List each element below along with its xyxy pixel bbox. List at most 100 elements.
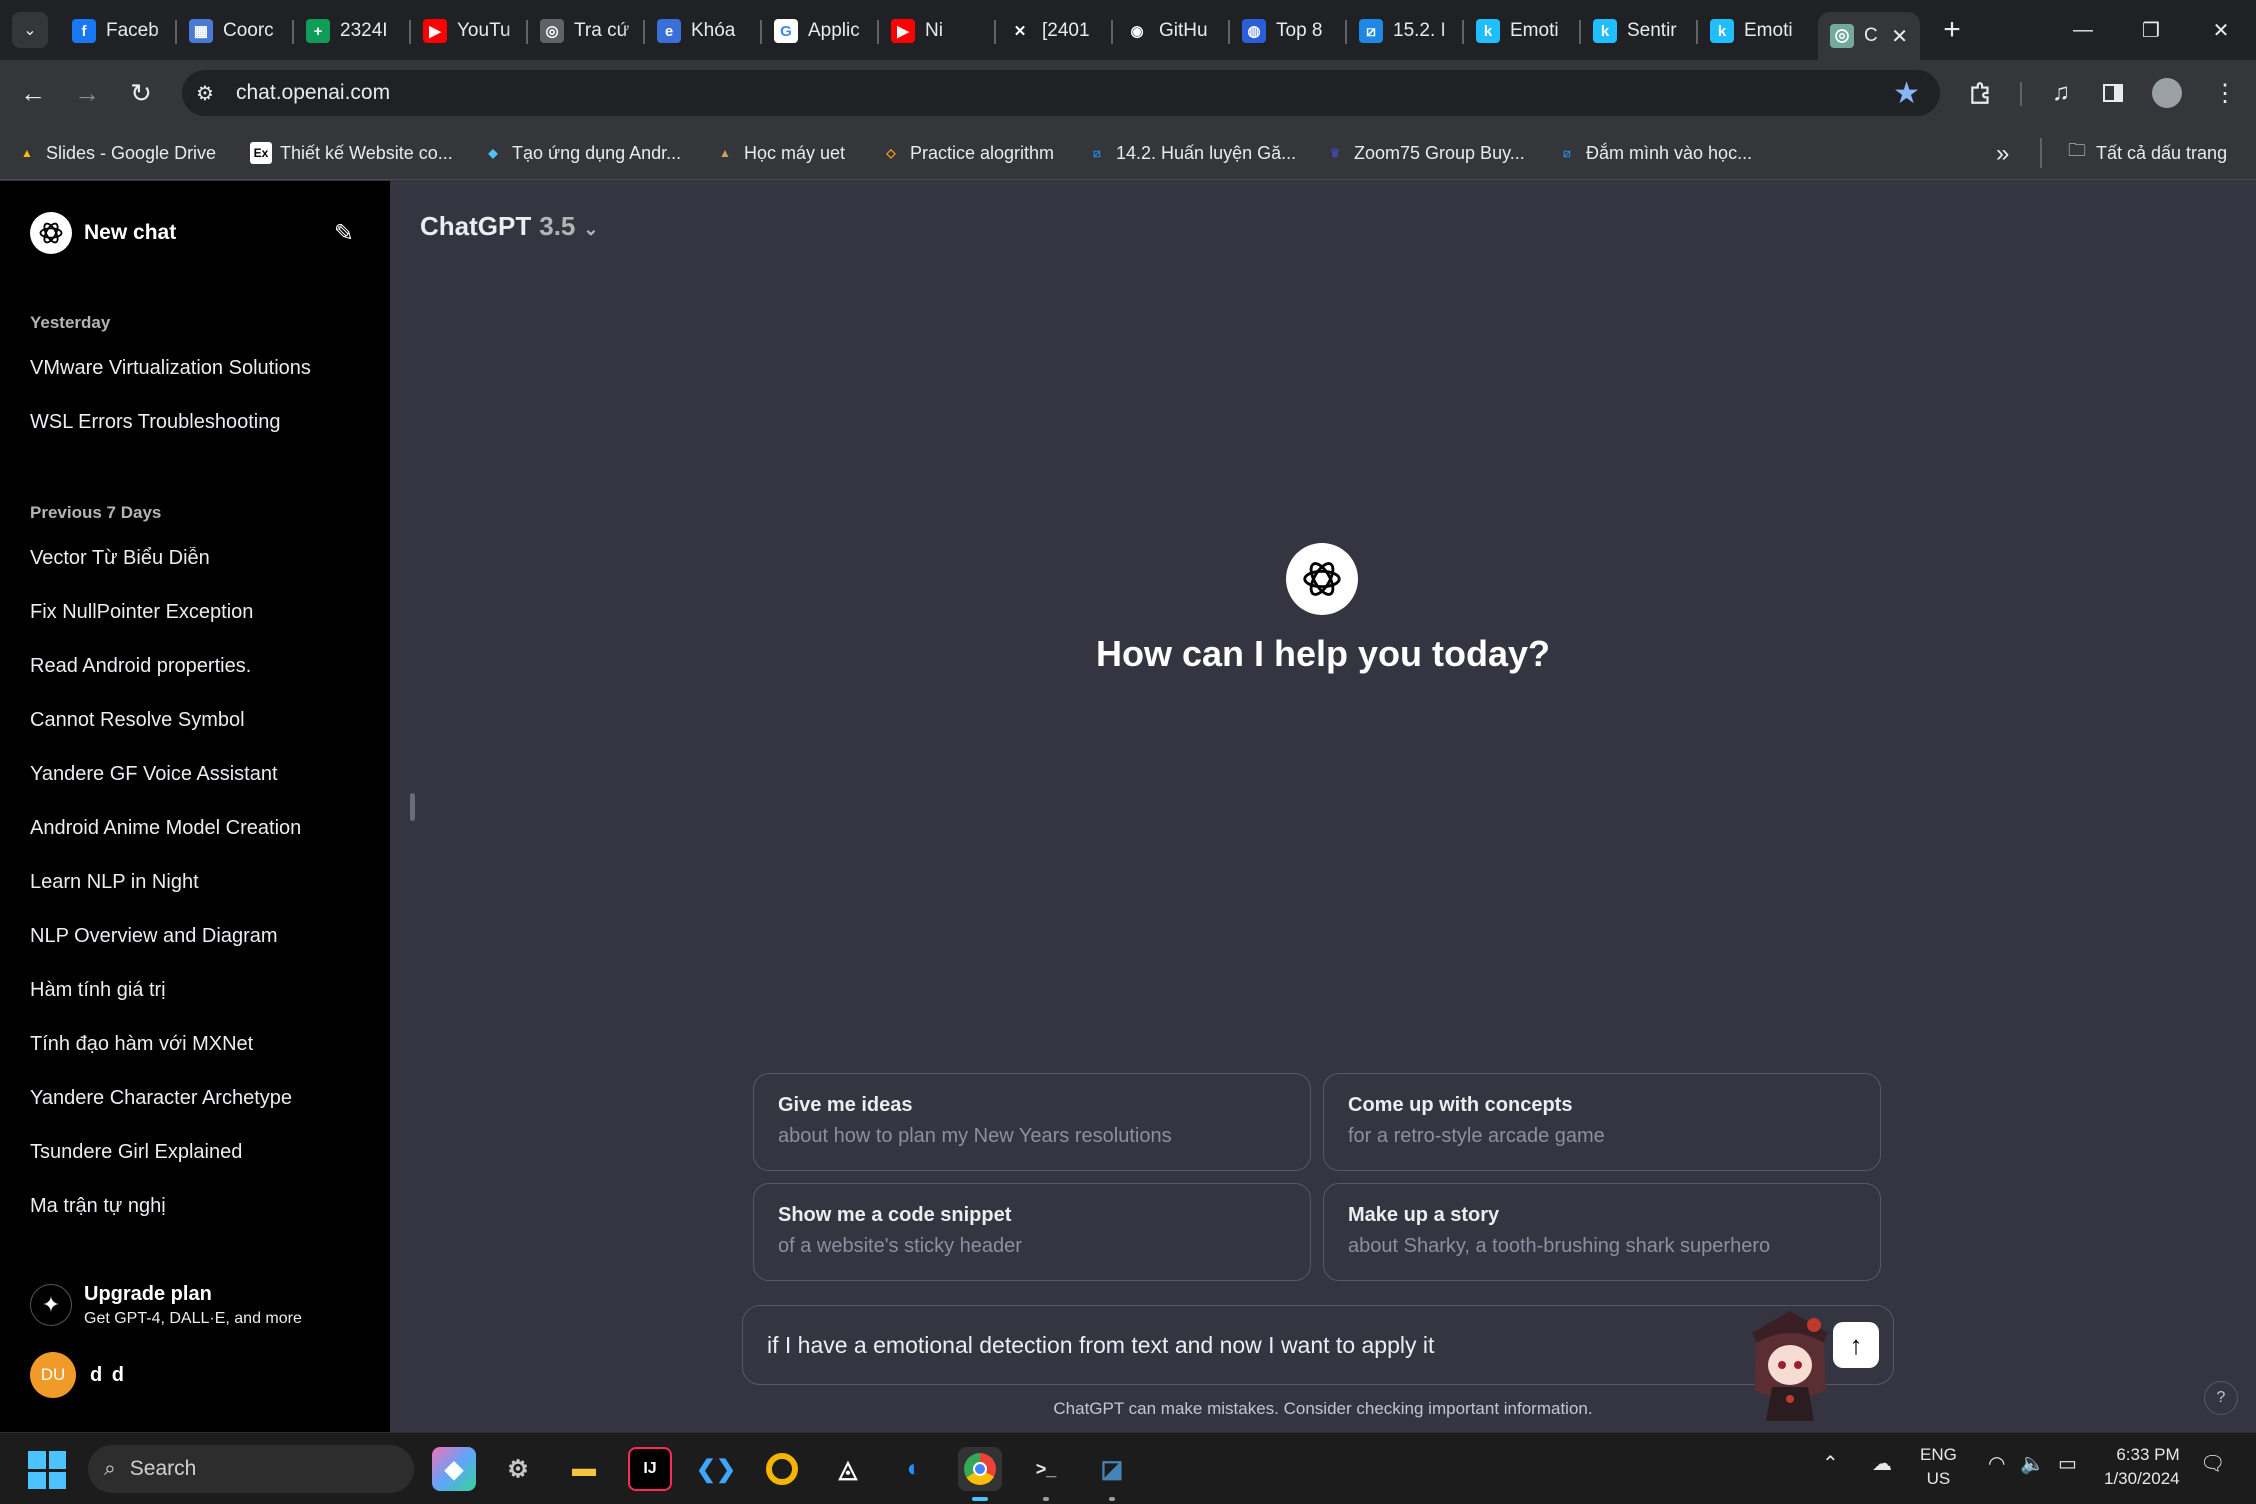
taskbar-search[interactable]: ⌕ Search: [88, 1445, 414, 1493]
tab-kaggle[interactable]: k Emoti: [1698, 12, 1813, 50]
restore-button[interactable]: ❐: [2128, 10, 2174, 50]
media-control-icon[interactable]: ♫: [2042, 74, 2080, 112]
chat-history-item[interactable]: Tính đạo hàm với MXNet: [30, 1033, 370, 1056]
bookmark-item[interactable]: ⧄ 14.2. Huấn luyện Gă...: [1086, 138, 1296, 168]
suggestion-card[interactable]: Give me ideas about how to plan my New Y…: [753, 1073, 1311, 1171]
user-menu-button[interactable]: DU d d: [16, 1347, 374, 1403]
forward-button[interactable]: →: [68, 74, 106, 112]
bookmark-item[interactable]: ▲ Học máy uet: [714, 138, 845, 168]
youtube-icon: ▶: [891, 19, 915, 43]
copilot-icon[interactable]: ◆: [432, 1447, 476, 1491]
notifications-icon[interactable]: 🗨: [2200, 1451, 2225, 1476]
more-bookmarks-icon[interactable]: »: [1996, 140, 2009, 168]
bookmark-item[interactable]: ♛ Zoom75 Group Buy...: [1324, 138, 1525, 168]
suggestion-title: Show me a code snippet: [778, 1204, 1012, 1226]
minimize-button[interactable]: —: [2060, 10, 2106, 50]
site-settings-icon[interactable]: ⚙: [196, 81, 236, 106]
volume-icon[interactable]: 🔈: [2020, 1451, 2045, 1476]
chat-history-item[interactable]: WSL Errors Troubleshooting: [30, 411, 370, 434]
app-icon[interactable]: ◬: [826, 1447, 870, 1491]
bookmark-item[interactable]: Ex Thiết kế Website co...: [250, 138, 453, 168]
chat-history-item[interactable]: Ma trận tự nghị: [30, 1195, 370, 1218]
tab-youtube[interactable]: ▶ YouTu: [411, 12, 526, 50]
tab-google[interactable]: G Applic: [762, 12, 877, 50]
message-input[interactable]: [767, 1331, 1727, 1359]
bookmark-item[interactable]: ⧄ Đắm mình vào học...: [1556, 138, 1752, 168]
send-button[interactable]: ↑: [1833, 1322, 1879, 1368]
chrome-canary-icon[interactable]: [760, 1447, 804, 1491]
compose-icon[interactable]: ✎: [334, 219, 354, 248]
tab-kaggle[interactable]: k Emoti: [1464, 12, 1579, 50]
chat-history-item[interactable]: Learn NLP in Night: [30, 871, 370, 894]
windows-start-button[interactable]: [28, 1451, 66, 1489]
chat-history-item[interactable]: Cannot Resolve Symbol: [30, 709, 370, 732]
back-button[interactable]: ←: [14, 74, 52, 112]
new-tab-button[interactable]: +: [1934, 12, 1970, 48]
tab-search-button[interactable]: ⌄: [12, 12, 48, 48]
chat-history-item[interactable]: Hàm tính giá trị: [30, 979, 370, 1002]
chevron-up-icon[interactable]: ⌃: [1822, 1451, 1839, 1476]
chat-history-item[interactable]: Yandere Character Archetype: [30, 1087, 370, 1110]
bookmark-star-icon[interactable]: ★: [1893, 76, 1920, 111]
side-panel-icon[interactable]: [2094, 74, 2132, 112]
settings-gear-icon[interactable]: ⚙: [496, 1447, 540, 1491]
model-version: 3.5: [539, 211, 576, 241]
facebook-icon: f: [72, 19, 96, 43]
bookmark-item[interactable]: ◇ Practice alogrithm: [880, 138, 1054, 168]
upgrade-plan-button[interactable]: ✦ Upgrade plan Get GPT-4, DALL·E, and mo…: [16, 1273, 374, 1337]
chat-history-item[interactable]: Tsundere Girl Explained: [30, 1141, 370, 1164]
vscode-icon[interactable]: ❮❯: [694, 1447, 738, 1491]
help-button[interactable]: ?: [2204, 1381, 2238, 1415]
chrome-menu-icon[interactable]: ⋮: [2206, 74, 2244, 112]
model-selector[interactable]: ChatGPT 3.5 ⌄: [420, 211, 598, 242]
tab-site[interactable]: ◍ Top 8: [1230, 12, 1345, 50]
extensions-icon[interactable]: [1962, 74, 2000, 112]
close-window-button[interactable]: ✕: [2198, 10, 2244, 50]
chat-history-item[interactable]: Android Anime Model Creation: [30, 817, 370, 840]
suggestion-card[interactable]: Come up with concepts for a retro-style …: [1323, 1073, 1881, 1171]
tab-arxiv[interactable]: ✕ [2401: [996, 12, 1111, 50]
chat-history-item[interactable]: Fix NullPointer Exception: [30, 601, 370, 624]
chat-history-item[interactable]: VMware Virtualization Solutions: [30, 357, 370, 380]
all-bookmarks-button[interactable]: 🗀 Tất cả dấu trang: [2068, 138, 2227, 168]
android-icon: ◆: [488, 146, 498, 160]
bookmark-item[interactable]: ◆ Tạo ứng dụng Andr...: [482, 138, 681, 168]
profile-icon[interactable]: [2148, 74, 2186, 112]
intellij-icon[interactable]: IJ: [628, 1447, 672, 1491]
onedrive-icon[interactable]: ☁: [1872, 1451, 1892, 1476]
tab-course[interactable]: e Khóa: [645, 12, 760, 50]
sidebar-toggle-handle[interactable]: [410, 793, 415, 821]
reload-button[interactable]: ↻: [122, 74, 160, 112]
tab-sheets[interactable]: +2324I: [294, 12, 409, 50]
tab-github[interactable]: ◉ GitHu: [1113, 12, 1228, 50]
terminal-icon[interactable]: >_: [1024, 1447, 1068, 1491]
tab-youtube[interactable]: ▶ Ni: [879, 12, 994, 50]
d2l-icon: ⧄: [1093, 145, 1101, 160]
google-icon: G: [774, 19, 798, 43]
tab-globe[interactable]: ◎ Tra cứ: [528, 12, 643, 50]
tab-chatgpt-active[interactable]: C ✕: [1818, 12, 1920, 60]
new-chat-button[interactable]: New chat ✎: [16, 205, 374, 261]
battery-icon[interactable]: ▭: [2058, 1451, 2077, 1476]
tab-kaggle[interactable]: k Sentir: [1581, 12, 1696, 50]
chat-history-item[interactable]: Vector Từ Biểu Diễn: [30, 547, 370, 570]
tab-facebook[interactable]: f Faceb: [60, 12, 175, 50]
close-tab-icon[interactable]: ✕: [1891, 24, 1908, 49]
file-explorer-icon[interactable]: ▬: [562, 1447, 606, 1491]
bookmark-item[interactable]: ▲ Slides - Google Drive: [16, 138, 216, 168]
tab-d2l[interactable]: ⧄ 15.2. I: [1347, 12, 1462, 50]
chrome-icon[interactable]: [958, 1447, 1002, 1491]
language-indicator[interactable]: ENG US: [1920, 1443, 1957, 1491]
wifi-icon[interactable]: ◠: [1988, 1451, 2005, 1476]
python-icon[interactable]: ◪: [1090, 1447, 1134, 1491]
chat-history-item[interactable]: Yandere GF Voice Assistant: [30, 763, 370, 786]
chat-history-item[interactable]: NLP Overview and Diagram: [30, 925, 370, 948]
chat-history-item[interactable]: Read Android properties.: [30, 655, 370, 678]
url-text[interactable]: chat.openai.com: [236, 81, 390, 105]
address-bar[interactable]: ⚙ chat.openai.com ★: [182, 70, 1940, 116]
suggestion-card[interactable]: Make up a story about Sharky, a tooth-br…: [1323, 1183, 1881, 1281]
suggestion-card[interactable]: Show me a code snippet of a website's st…: [753, 1183, 1311, 1281]
tab-coordinator[interactable]: ▦ Coorc: [177, 12, 292, 50]
firefox-icon[interactable]: ◐: [892, 1447, 936, 1491]
clock[interactable]: 6:33 PM 1/30/2024: [2104, 1443, 2180, 1491]
